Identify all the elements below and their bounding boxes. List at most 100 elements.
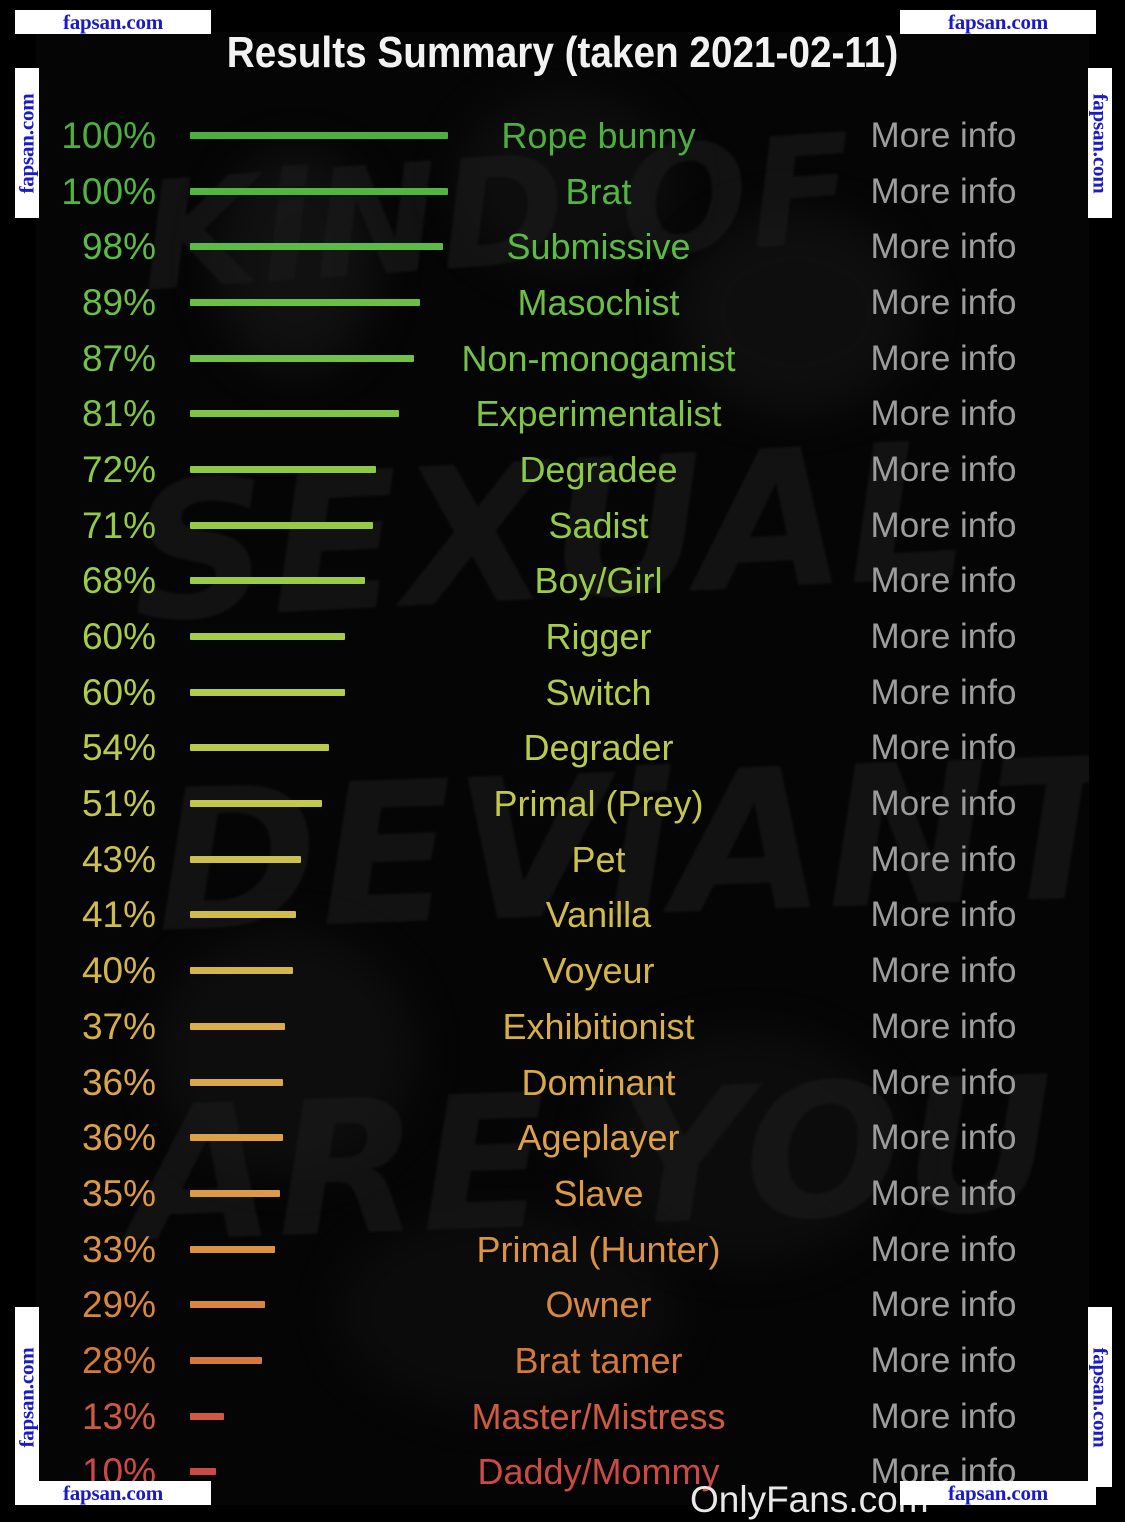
percentage-value: 54% <box>81 727 156 769</box>
watermark-text: fapsan.com <box>14 1346 39 1448</box>
result-row: 98% Submissive More info <box>36 219 1089 275</box>
percentage-value: 28% <box>81 1339 156 1381</box>
more-info-link[interactable]: More info <box>796 895 1089 935</box>
more-info-link[interactable]: More info <box>796 1285 1089 1325</box>
result-label: Brat tamer <box>514 1339 683 1381</box>
percentage-value: 71% <box>81 504 156 546</box>
result-row: 36% Dominant More info <box>36 1055 1089 1111</box>
more-info-link[interactable]: More info <box>796 339 1089 379</box>
watermark-left-vertical: fapsan.com <box>15 68 39 218</box>
percentage-value: 33% <box>81 1228 156 1270</box>
percentage-value: 81% <box>81 393 156 435</box>
result-row: 40% Voyeur More info <box>36 943 1089 999</box>
watermark-bottom-left: fapsan.com <box>15 1481 211 1505</box>
result-row: 87% Non-monogamist More info <box>36 331 1089 387</box>
percentage-value: 40% <box>81 950 156 992</box>
more-info-link[interactable]: More info <box>796 227 1089 267</box>
more-info-link[interactable]: More info <box>796 673 1089 713</box>
bar-fill <box>190 1245 276 1253</box>
outer-frame: KiND OF SEXUAL DEViANT ARE YOU Results S… <box>0 0 1125 1522</box>
bar-fill <box>190 1356 263 1364</box>
more-info-link[interactable]: More info <box>796 1230 1089 1270</box>
percentage-value: 100% <box>61 114 156 156</box>
result-label: Switch <box>545 671 652 713</box>
more-info-link[interactable]: More info <box>796 1063 1089 1103</box>
watermark-top-left: fapsan.com <box>15 10 211 34</box>
result-label: Degradee <box>519 448 678 490</box>
bar-fill <box>190 800 322 808</box>
result-label: Sadist <box>548 504 649 546</box>
percentage-value: 51% <box>81 783 156 825</box>
percentage-value: 68% <box>81 560 156 602</box>
bar-fill <box>190 1412 224 1420</box>
result-label: Voyeur <box>542 950 655 992</box>
result-label: Master/Mistress <box>471 1395 726 1437</box>
result-row: 51% Primal (Prey) More info <box>36 776 1089 832</box>
result-label: Primal (Prey) <box>493 783 704 825</box>
result-row: 68% Boy/Girl More info <box>36 554 1089 610</box>
more-info-link[interactable]: More info <box>796 561 1089 601</box>
bar-fill <box>190 744 330 752</box>
result-label: Brat <box>565 170 632 212</box>
result-row: 35% Slave More info <box>36 1166 1089 1222</box>
result-row: 100% Brat More info <box>36 164 1089 220</box>
bar-fill <box>190 1189 281 1197</box>
result-row: 89% Masochist More info <box>36 275 1089 331</box>
result-label: Exhibitionist <box>502 1005 695 1047</box>
percentage-value: 60% <box>81 671 156 713</box>
watermark-right-vertical: fapsan.com <box>1088 68 1113 218</box>
more-info-link[interactable]: More info <box>796 951 1089 991</box>
result-label: Non-monogamist <box>461 337 736 379</box>
percentage-value: 35% <box>81 1172 156 1214</box>
result-label: Vanilla <box>545 894 652 936</box>
percentage-value: 60% <box>81 616 156 658</box>
more-info-link[interactable]: More info <box>796 1174 1089 1214</box>
more-info-link[interactable]: More info <box>796 840 1089 880</box>
result-row: 28% Brat tamer More info <box>36 1333 1089 1389</box>
results-list: 100% Rope bunny More info 100% Brat More info… <box>36 108 1089 1500</box>
bar-fill <box>190 855 301 863</box>
result-row: 41% Vanilla More info <box>36 888 1089 944</box>
result-label: Boy/Girl <box>534 560 663 602</box>
percentage-value: 36% <box>81 1061 156 1103</box>
bar-fill <box>190 1301 265 1309</box>
more-info-link[interactable]: More info <box>796 784 1089 824</box>
result-row: 60% Switch More info <box>36 665 1089 721</box>
percentage-value: 72% <box>81 448 156 490</box>
more-info-link[interactable]: More info <box>796 1007 1089 1047</box>
bar-fill <box>190 633 345 641</box>
more-info-link[interactable]: More info <box>796 1118 1089 1158</box>
result-row: 60% Rigger More info <box>36 609 1089 665</box>
result-label: Owner <box>545 1284 652 1326</box>
more-info-link[interactable]: More info <box>796 394 1089 434</box>
watermark-text: fapsan.com <box>14 92 39 194</box>
bar-fill <box>190 967 294 975</box>
more-info-link[interactable]: More info <box>796 450 1089 490</box>
more-info-link[interactable]: More info <box>796 506 1089 546</box>
watermark-top-right: fapsan.com <box>900 10 1096 34</box>
result-row: 29% Owner More info <box>36 1277 1089 1333</box>
result-label: Dominant <box>521 1061 676 1103</box>
more-info-link[interactable]: More info <box>796 172 1089 212</box>
more-info-link[interactable]: More info <box>796 116 1089 156</box>
result-label: Slave <box>553 1172 644 1214</box>
more-info-link[interactable]: More info <box>796 1397 1089 1437</box>
watermark-text: fapsan.com <box>1088 1346 1113 1448</box>
more-info-link[interactable]: More info <box>796 283 1089 323</box>
percentage-value: 87% <box>81 337 156 379</box>
percentage-value: 98% <box>81 226 156 268</box>
more-info-link[interactable]: More info <box>796 617 1089 657</box>
percentage-value: 13% <box>81 1395 156 1437</box>
result-row: 43% Pet More info <box>36 832 1089 888</box>
result-label: Experimentalist <box>475 393 722 435</box>
percentage-value: 36% <box>81 1117 156 1159</box>
percentage-value: 100% <box>61 170 156 212</box>
onlyfans-watermark: OnlyFans.com <box>690 1479 929 1520</box>
result-label: Masochist <box>517 281 680 323</box>
more-info-link[interactable]: More info <box>796 1341 1089 1381</box>
bar-fill <box>190 1134 283 1142</box>
bar-fill <box>190 688 345 696</box>
more-info-link[interactable]: More info <box>796 728 1089 768</box>
result-row: 13% Master/Mistress More info <box>36 1389 1089 1445</box>
percentage-value: 89% <box>81 281 156 323</box>
